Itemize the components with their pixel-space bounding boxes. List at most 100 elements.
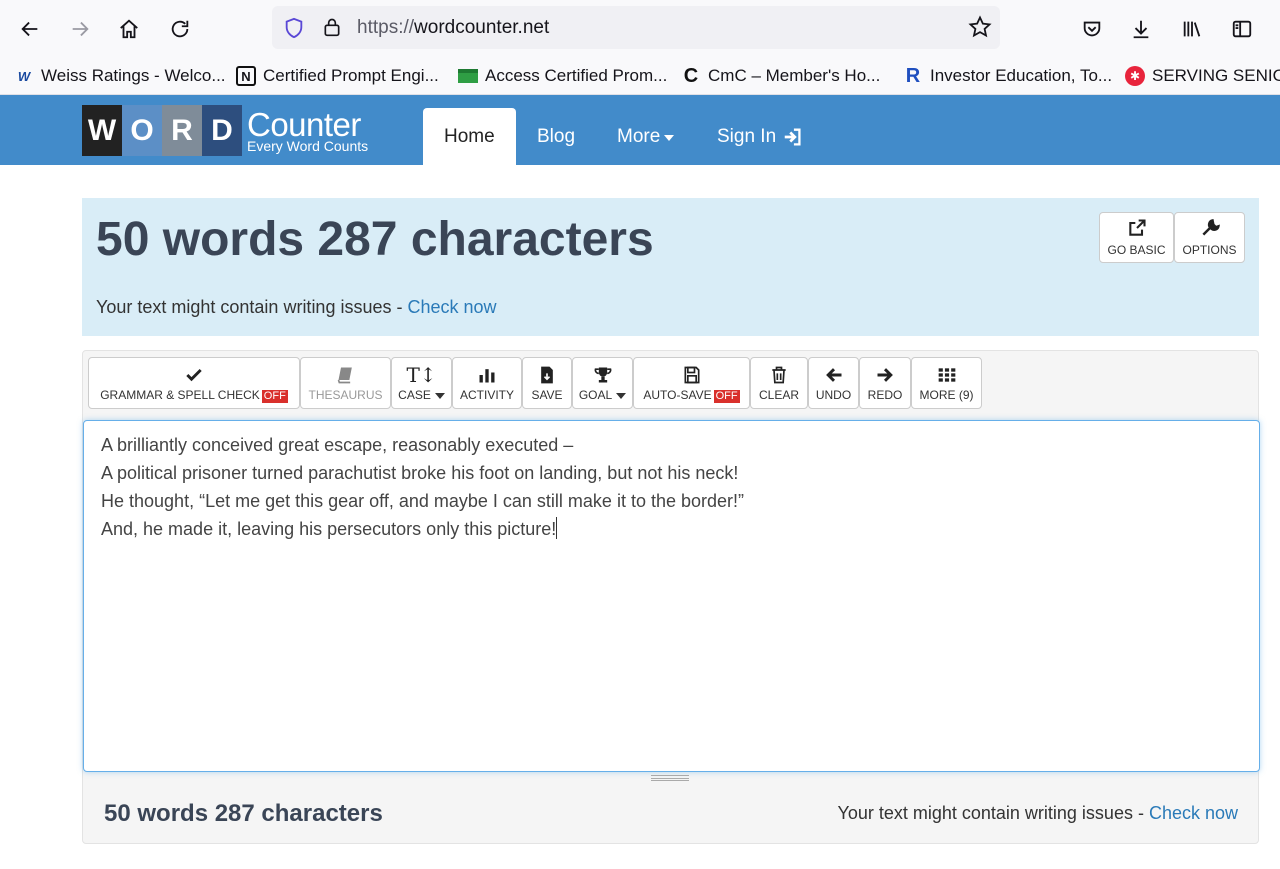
redo-button[interactable]: REDO xyxy=(859,357,911,409)
activity-button[interactable]: ACTIVITY xyxy=(452,357,522,409)
text-editor[interactable]: A brilliantly conceived great escape, re… xyxy=(83,420,1260,772)
library-icon xyxy=(1183,21,1201,37)
undo-button[interactable]: UNDO xyxy=(808,357,859,409)
go-basic-button[interactable]: GO BASIC xyxy=(1099,212,1174,263)
issue-text: Your text might contain writing issues - xyxy=(96,297,408,317)
writing-issues-notice: Your text might contain writing issues -… xyxy=(96,297,497,318)
logo-counter-text: Counter xyxy=(247,106,361,143)
floppy-disk-icon xyxy=(684,366,699,383)
home-icon xyxy=(120,19,138,39)
sign-in-icon xyxy=(784,128,801,145)
bookmark-cmc[interactable]: C CmC – Member's Ho... xyxy=(681,64,881,88)
arrow-right-icon xyxy=(72,21,89,37)
thesaurus-label: THESAURUS xyxy=(308,388,383,402)
bookmark-certified-prompt[interactable]: N Certified Prompt Engi... xyxy=(236,64,439,88)
save-button[interactable]: SAVE xyxy=(522,357,572,409)
pocket-icon xyxy=(1083,21,1101,37)
editor-line: A brilliantly conceived great escape, re… xyxy=(101,435,574,455)
bottom-stats-bar: 50 words 287 characters Your text might … xyxy=(83,785,1258,843)
text-case-icon: T↕ xyxy=(406,363,437,387)
url-domain: wordcounter.net xyxy=(414,17,550,38)
trash-icon xyxy=(772,366,786,384)
nav-blog[interactable]: Blog xyxy=(516,108,596,165)
bookmark-label: Investor Education, To... xyxy=(930,66,1113,85)
grammar-spell-check-button[interactable]: GRAMMAR & SPELL CHECK OFF xyxy=(88,357,300,409)
wordcounter-logo[interactable]: W O R D Counter Every Word Counts xyxy=(82,105,368,156)
bookmark-weiss[interactable]: W Weiss Ratings - Welco... xyxy=(14,64,226,88)
bottom-word-character-count: 50 words 287 characters xyxy=(104,800,383,827)
arrow-right-icon xyxy=(877,368,893,382)
bottom-writing-issues-notice: Your text might contain writing issues -… xyxy=(837,803,1238,824)
trophy-icon xyxy=(594,367,611,383)
clear-label: CLEAR xyxy=(758,388,799,402)
case-label: CASE xyxy=(398,388,431,402)
c-icon: C xyxy=(683,64,699,87)
url-text[interactable]: https://wordcounter.net xyxy=(357,17,549,39)
arrow-left-icon xyxy=(21,21,38,37)
undo-label: UNDO xyxy=(815,388,852,402)
grid-icon xyxy=(938,368,955,382)
shield-icon[interactable] xyxy=(283,17,305,39)
caret-down-icon xyxy=(434,393,445,399)
forward-button[interactable] xyxy=(64,13,96,45)
check-now-link[interactable]: Check now xyxy=(407,297,496,317)
reload-button[interactable] xyxy=(164,13,196,45)
nav-more[interactable]: More xyxy=(596,108,695,165)
bookmark-investor-education[interactable]: R Investor Education, To... xyxy=(903,64,1112,88)
go-basic-label: GO BASIC xyxy=(1107,243,1166,257)
thesaurus-button[interactable]: THESAURUS xyxy=(300,357,391,409)
reload-icon xyxy=(171,20,189,38)
options-button[interactable]: OPTIONS xyxy=(1174,212,1245,263)
more-tools-button[interactable]: MORE (9) xyxy=(911,357,982,409)
goal-label: GOAL xyxy=(578,388,613,402)
editor-line-text: And, he made it, leaving his persecutors… xyxy=(101,519,557,539)
more-tools-label: MORE (9) xyxy=(919,388,974,402)
notion-icon: N xyxy=(236,66,256,86)
editor-line: A political prisoner turned parachutist … xyxy=(101,463,739,483)
logo-letter: R xyxy=(162,105,202,156)
sidebar-icon xyxy=(1232,20,1252,38)
sidebar-button[interactable] xyxy=(1226,13,1258,45)
library-button[interactable] xyxy=(1176,13,1208,45)
external-link-icon xyxy=(1128,219,1146,236)
grammar-label: GRAMMAR & SPELL CHECK xyxy=(100,387,260,402)
auto-save-button[interactable]: AUTO-SAVE OFF xyxy=(633,357,750,409)
goal-button[interactable]: GOAL xyxy=(572,357,633,409)
save-file-icon xyxy=(541,366,553,384)
download-icon xyxy=(1133,20,1149,39)
nav-home[interactable]: Home xyxy=(423,108,516,165)
editor-content[interactable]: A brilliantly conceived great escape, re… xyxy=(101,431,744,543)
address-bar[interactable]: https://wordcounter.net xyxy=(272,6,1000,49)
bottom-check-now-link[interactable]: Check now xyxy=(1149,803,1238,823)
bookmark-label: SERVING SENIOR xyxy=(1152,66,1280,85)
bookmark-serving-senior[interactable]: ✱ SERVING SENIOR xyxy=(1125,64,1280,88)
lock-icon[interactable] xyxy=(322,16,342,38)
pocket-button[interactable] xyxy=(1076,13,1108,45)
arrow-left-icon xyxy=(825,368,841,382)
bookmark-access-certified[interactable]: Access Certified Prom... xyxy=(458,64,667,88)
site-header: W O R D Counter Every Word Counts Home B… xyxy=(0,95,1280,165)
wr-icon: W xyxy=(17,68,31,84)
nav-signin[interactable]: Sign In xyxy=(696,108,825,165)
nav-more-label: More xyxy=(617,125,661,147)
case-button[interactable]: T↕ CASE xyxy=(391,357,452,409)
logo-letter: O xyxy=(122,105,162,156)
downloads-button[interactable] xyxy=(1125,13,1157,45)
bookmark-label: Access Certified Prom... xyxy=(485,66,668,85)
clear-button[interactable]: CLEAR xyxy=(750,357,808,409)
caret-down-icon xyxy=(616,393,627,399)
r-icon: R xyxy=(905,64,921,87)
bottom-issue-text: Your text might contain writing issues - xyxy=(837,803,1149,823)
nav-signin-label: Sign In xyxy=(717,125,777,147)
text-cursor xyxy=(556,517,558,539)
logo-wordmark: Counter Every Word Counts xyxy=(247,108,368,153)
resize-handle[interactable] xyxy=(651,775,689,781)
options-label: OPTIONS xyxy=(1182,243,1237,257)
back-button[interactable] xyxy=(14,13,46,45)
nav-blog-label: Blog xyxy=(537,125,576,147)
editor-panel: GRAMMAR & SPELL CHECK OFF THESAURUS T↕ CA… xyxy=(82,350,1260,844)
star-icon[interactable] xyxy=(968,15,992,39)
home-button[interactable] xyxy=(113,13,145,45)
wrench-icon xyxy=(1201,219,1220,236)
logo-letter: W xyxy=(82,105,122,156)
